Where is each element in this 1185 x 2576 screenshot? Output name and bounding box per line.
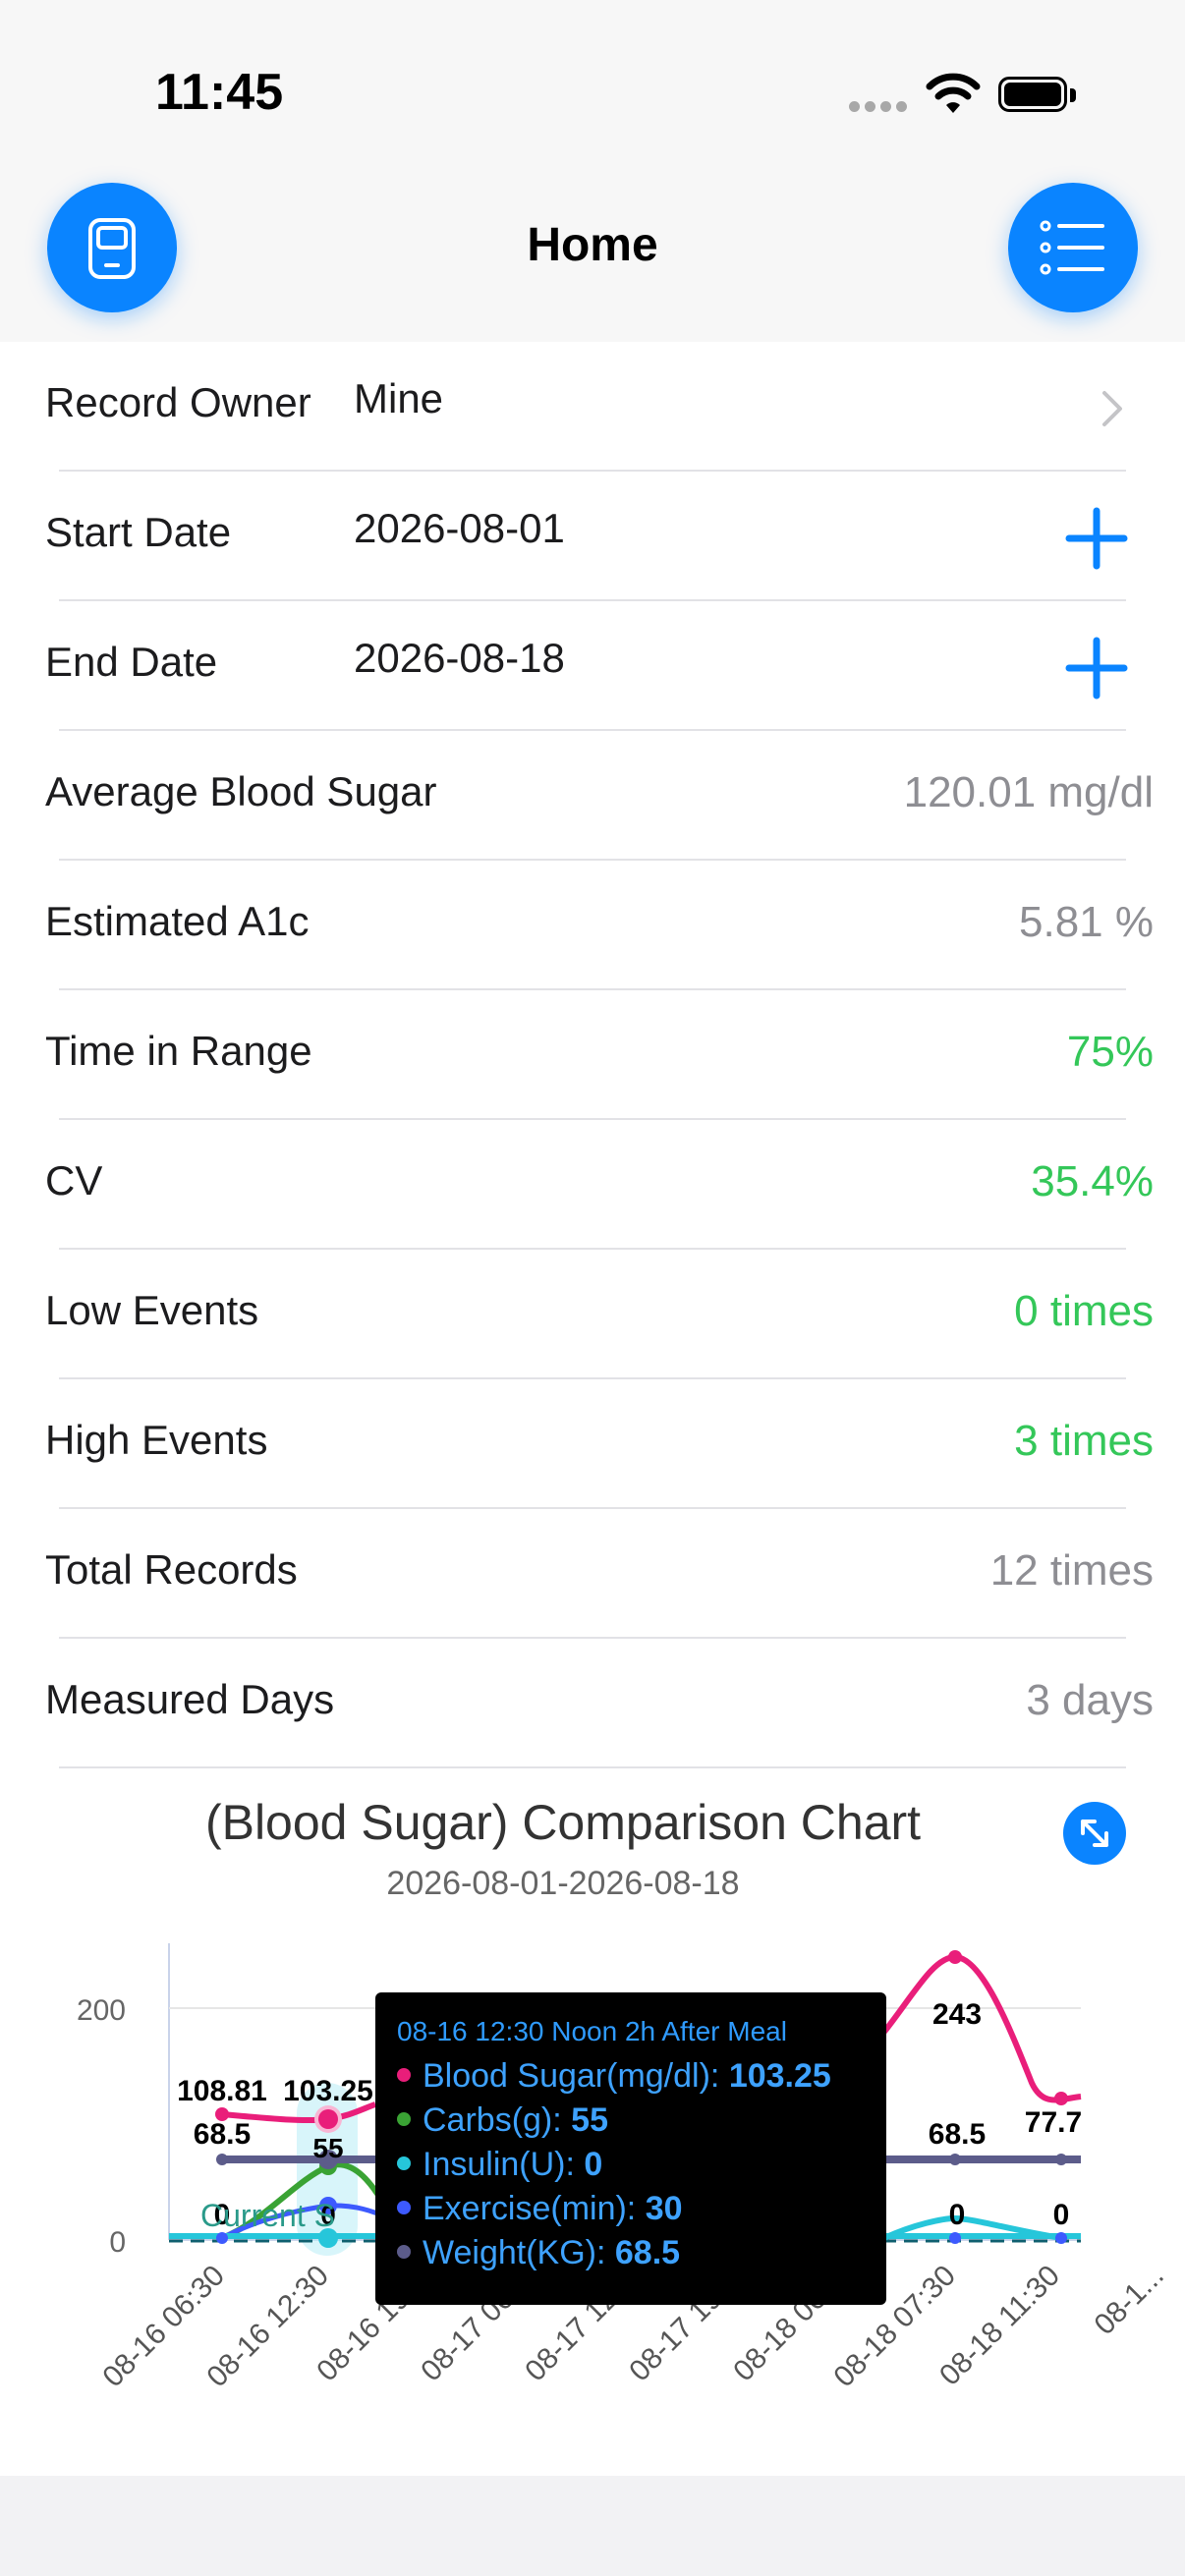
- data-label: 243: [932, 1998, 982, 2031]
- tooltip-label: Insulin(U):: [423, 2146, 575, 2183]
- row-start-date: Start Date 2026-08-01: [0, 472, 1185, 601]
- expand-chart-button[interactable]: [1063, 1802, 1126, 1865]
- row-cv: CV 35.4%: [0, 1120, 1185, 1250]
- data-label: 77.7: [1025, 2106, 1082, 2139]
- data-label: 68.5: [194, 2118, 251, 2151]
- data-point-exercise[interactable]: [216, 2232, 228, 2244]
- start-date-value[interactable]: 2026-08-01: [354, 505, 565, 552]
- tooltip-row-carbs: Carbs(g): 55: [397, 2101, 886, 2146]
- data-label: 55: [312, 2133, 343, 2163]
- tooltip-header: 08-16 12:30 Noon 2h After Meal: [397, 2016, 787, 2046]
- menu-list-button[interactable]: [1008, 183, 1138, 312]
- data-label: 0: [949, 2199, 966, 2231]
- divider: [59, 1766, 1126, 1768]
- row-time-in-range: Time in Range 75%: [0, 990, 1185, 1120]
- battery-icon: [998, 77, 1079, 116]
- legend-dot: [397, 2068, 411, 2083]
- high-events-label: High Events: [45, 1417, 268, 1463]
- glucose-meter-icon: [88, 218, 136, 279]
- row-low-events: Low Events 0 times: [0, 1250, 1185, 1379]
- tooltip-value: 68.5: [614, 2234, 681, 2271]
- high-events-value: 3 times: [1014, 1417, 1154, 1465]
- chart-title: (Blood Sugar) Comparison Chart: [204, 1795, 922, 1850]
- legend-dot: [397, 2156, 411, 2171]
- data-point-weight[interactable]: [216, 2154, 228, 2165]
- low-events-label: Low Events: [45, 1287, 259, 1333]
- row-estimated-a1c: Estimated A1c 5.81 %: [0, 861, 1185, 990]
- add-end-date-icon[interactable]: [1065, 637, 1128, 700]
- chart-tooltip: 08-16 12:30 Noon 2h After Meal Blood Sug…: [375, 1992, 886, 2305]
- start-date-label: Start Date: [45, 509, 232, 555]
- measured-days-label: Measured Days: [45, 1676, 335, 1722]
- data-point-blood-sugar-selected[interactable]: [318, 2109, 338, 2129]
- cellular-signal-icon: [849, 101, 908, 115]
- data-label: 0: [1053, 2199, 1070, 2231]
- total-records-label: Total Records: [45, 1546, 298, 1593]
- y-tick-label: 0: [109, 2226, 126, 2259]
- legend-dot: [397, 2245, 411, 2260]
- data-point-weight[interactable]: [1055, 2154, 1067, 2165]
- average-blood-sugar-label: Average Blood Sugar: [45, 768, 437, 814]
- y-tick-label: 200: [77, 1994, 126, 2027]
- add-start-date-icon[interactable]: [1065, 507, 1128, 570]
- legend-dot: [397, 2112, 411, 2127]
- row-record-owner[interactable]: Record Owner Mine: [0, 342, 1185, 472]
- tooltip-label: Carbs(g):: [423, 2101, 562, 2139]
- tooltip-label: Exercise(min):: [423, 2190, 637, 2227]
- data-point-weight[interactable]: [949, 2154, 961, 2165]
- record-owner-label: Record Owner: [45, 379, 311, 425]
- low-events-value: 0 times: [1014, 1287, 1154, 1335]
- data-point-exercise[interactable]: [1055, 2232, 1067, 2244]
- row-total-records: Total Records 12 times: [0, 1509, 1185, 1639]
- wifi-icon: [926, 73, 981, 113]
- chevron-right-icon: [1102, 391, 1122, 426]
- tooltip-row-exercise: Exercise(min): 30: [397, 2190, 886, 2234]
- expand-icon: [1081, 1820, 1108, 1847]
- data-point-blood-sugar[interactable]: [1054, 2092, 1068, 2105]
- time-in-range-value: 75%: [1066, 1028, 1154, 1076]
- row-measured-days: Measured Days 3 days: [0, 1639, 1185, 1768]
- row-average-blood-sugar: Average Blood Sugar 120.01 mg/dl: [0, 731, 1185, 861]
- record-owner-value: Mine: [354, 375, 444, 421]
- status-bar: 11:45: [0, 0, 1185, 177]
- data-label: 108.81: [177, 2075, 267, 2107]
- reference-line-label: Current S: [200, 2198, 335, 2233]
- data-point-blood-sugar[interactable]: [948, 1950, 962, 1964]
- measured-days-value: 3 days: [1026, 1676, 1154, 1724]
- cv-label: CV: [45, 1157, 103, 1204]
- legend-dot: [397, 2201, 411, 2215]
- row-end-date: End Date 2026-08-18: [0, 601, 1185, 731]
- tooltip-value: 30: [645, 2190, 683, 2227]
- average-blood-sugar-value: 120.01 mg/dl: [903, 768, 1154, 816]
- total-records-value: 12 times: [989, 1546, 1154, 1595]
- tooltip-row-blood-sugar: Blood Sugar(mg/dl): 103.25: [397, 2057, 886, 2101]
- tooltip-row-weight: Weight(KG): 68.5: [397, 2234, 886, 2278]
- tooltip-value: 55: [571, 2101, 608, 2139]
- end-date-value[interactable]: 2026-08-18: [354, 635, 565, 682]
- estimated-a1c-value: 5.81 %: [1019, 898, 1154, 946]
- device-button[interactable]: [47, 183, 177, 312]
- status-time: 11:45: [155, 64, 284, 121]
- end-date-label: End Date: [45, 639, 218, 685]
- tooltip-row-insulin: Insulin(U): 0: [397, 2146, 886, 2190]
- estimated-a1c-label: Estimated A1c: [45, 898, 310, 944]
- x-tick-label: 08-1...: [1088, 2260, 1169, 2341]
- tooltip-label: Blood Sugar(mg/dl):: [423, 2057, 720, 2095]
- data-point-exercise[interactable]: [949, 2232, 961, 2244]
- series-line-blood-sugar: [881, 1953, 1082, 2103]
- tooltip-label: Weight(KG):: [423, 2234, 606, 2271]
- tooltip-value: 103.25: [728, 2057, 831, 2095]
- tooltip-value: 0: [584, 2146, 603, 2183]
- row-high-events: High Events 3 times: [0, 1379, 1185, 1509]
- list-icon: [1040, 220, 1104, 275]
- time-in-range-label: Time in Range: [45, 1028, 312, 1074]
- data-label: 68.5: [929, 2118, 986, 2151]
- cv-value: 35.4%: [1031, 1157, 1154, 1205]
- data-label: 103.25: [283, 2075, 373, 2107]
- chart-subtitle: 2026-08-01-2026-08-18: [386, 1865, 740, 1902]
